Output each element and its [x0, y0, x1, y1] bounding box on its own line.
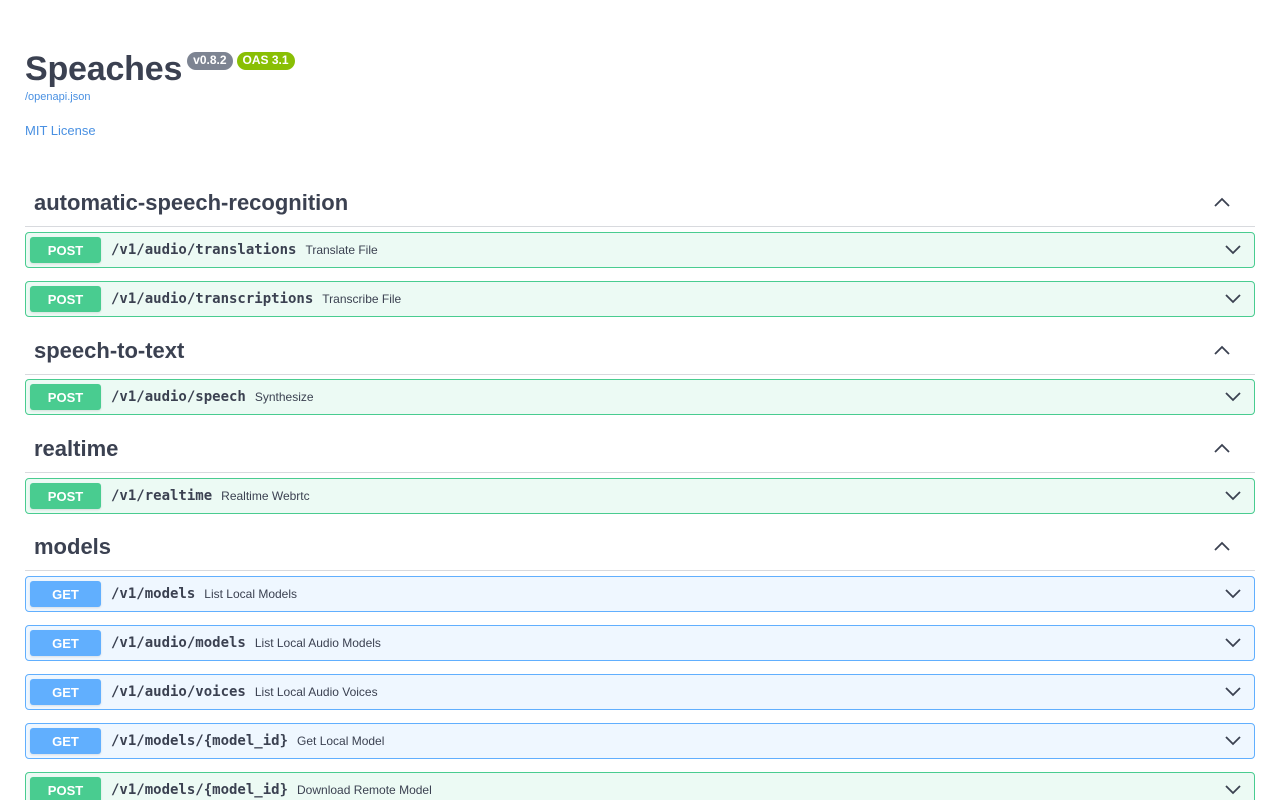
operation-summary: Translate File	[305, 243, 378, 257]
method-badge: GET	[30, 679, 101, 705]
operation-summary: List Local Audio Voices	[254, 685, 378, 699]
operation-path: /v1/audio/speech	[111, 389, 246, 405]
operation-summary: List Local Audio Models	[254, 636, 381, 650]
tag-header-realtime[interactable]: realtime	[25, 429, 1255, 473]
chevron-up-icon[interactable]	[1213, 196, 1231, 208]
method-badge: POST	[30, 483, 101, 509]
chevron-up-icon[interactable]	[1213, 442, 1231, 454]
operation-summary: Download Remote Model	[297, 783, 432, 797]
chevron-up-icon[interactable]	[1213, 344, 1231, 356]
chevron-down-icon[interactable]	[1224, 637, 1242, 649]
operation-post-audio-transcriptions[interactable]: POST /v1/audio/transcriptions Transcribe…	[25, 281, 1255, 317]
version-badge: v0.8.2	[187, 52, 233, 70]
api-info: Speaches v0.8.2 OAS 3.1 /openapi.json	[25, 48, 295, 104]
operation-path: /v1/audio/models	[111, 635, 246, 651]
chevron-down-icon[interactable]	[1224, 735, 1242, 747]
operation-post-audio-translations[interactable]: POST /v1/audio/translations Translate Fi…	[25, 232, 1255, 268]
operation-path: /v1/audio/translations	[111, 242, 297, 258]
tag-header-automatic-speech-recognition[interactable]: automatic-speech-recognition	[25, 183, 1255, 227]
operation-path: /v1/audio/transcriptions	[111, 291, 314, 307]
operation-path: /v1/audio/voices	[111, 684, 246, 700]
chevron-down-icon[interactable]	[1224, 784, 1242, 796]
badges: v0.8.2 OAS 3.1	[187, 52, 295, 70]
tag-name: realtime	[34, 436, 119, 461]
operation-post-audio-speech[interactable]: POST /v1/audio/speech Synthesize	[25, 379, 1255, 415]
tag-name: speech-to-text	[34, 338, 185, 363]
operation-path: /v1/realtime	[111, 488, 213, 504]
operation-summary: Synthesize	[254, 390, 314, 404]
tag-header-models[interactable]: models	[25, 527, 1255, 571]
openapi-json-link[interactable]: /openapi.json	[25, 90, 295, 104]
method-badge: GET	[30, 581, 101, 607]
operation-post-model-by-id[interactable]: POST /v1/models/{model_id} Download Remo…	[25, 772, 1255, 800]
tag-name: models	[34, 534, 112, 559]
operation-get-models[interactable]: GET /v1/models List Local Models	[25, 576, 1255, 612]
operation-post-realtime[interactable]: POST /v1/realtime Realtime Webrtc	[25, 478, 1255, 514]
chevron-down-icon[interactable]	[1224, 686, 1242, 698]
chevron-down-icon[interactable]	[1224, 244, 1242, 256]
method-badge: POST	[30, 237, 101, 263]
tag-name: automatic-speech-recognition	[34, 190, 349, 215]
operation-path: /v1/models	[111, 586, 196, 602]
operation-summary: List Local Models	[204, 587, 298, 601]
method-badge: GET	[30, 630, 101, 656]
operation-summary: Realtime Webrtc	[221, 489, 310, 503]
operation-get-audio-voices[interactable]: GET /v1/audio/voices List Local Audio Vo…	[25, 674, 1255, 710]
method-badge: POST	[30, 286, 101, 312]
page-title: Speaches	[25, 50, 183, 88]
operation-summary: Get Local Model	[297, 734, 385, 748]
tag-header-speech-to-text[interactable]: speech-to-text	[25, 331, 1255, 375]
method-badge: POST	[30, 384, 101, 410]
operation-path: /v1/models/{model_id}	[111, 733, 289, 749]
operation-get-model-by-id[interactable]: GET /v1/models/{model_id} Get Local Mode…	[25, 723, 1255, 759]
title-row: Speaches v0.8.2 OAS 3.1	[25, 48, 295, 90]
chevron-down-icon[interactable]	[1224, 588, 1242, 600]
operation-path: /v1/models/{model_id}	[111, 782, 289, 798]
license-link[interactable]: MIT License	[25, 123, 96, 139]
chevron-down-icon[interactable]	[1224, 293, 1242, 305]
chevron-down-icon[interactable]	[1224, 391, 1242, 403]
oas-badge: OAS 3.1	[236, 52, 295, 70]
method-badge: GET	[30, 728, 101, 754]
operation-summary: Transcribe File	[322, 292, 402, 306]
chevron-up-icon[interactable]	[1213, 540, 1231, 552]
operation-get-audio-models[interactable]: GET /v1/audio/models List Local Audio Mo…	[25, 625, 1255, 661]
method-badge: POST	[30, 777, 101, 800]
swagger-ui: Speaches v0.8.2 OAS 3.1 /openapi.json MI…	[0, 0, 1280, 800]
chevron-down-icon[interactable]	[1224, 490, 1242, 502]
